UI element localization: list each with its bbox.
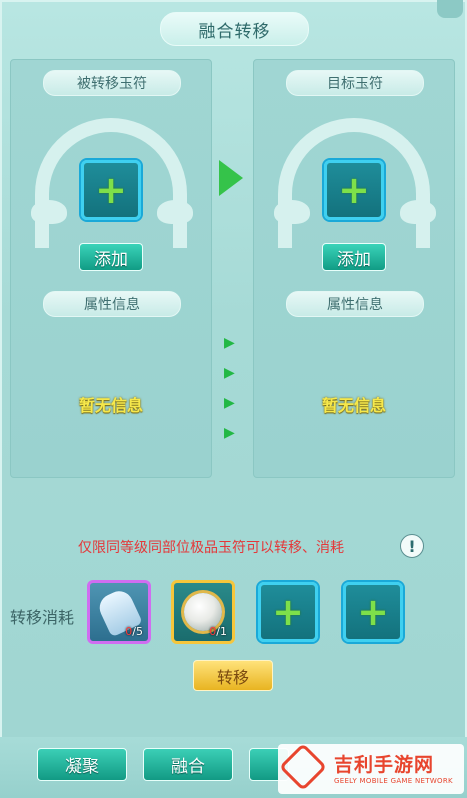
source-panel-header: 被转移玉符 (43, 70, 181, 96)
item-count: 0/1 (209, 625, 227, 638)
target-jade-slot[interactable]: + (324, 160, 384, 220)
target-add-button-label: 添加 (337, 249, 371, 270)
plus-icon: + (95, 168, 127, 212)
small-arrow-icon: ▶ (224, 395, 235, 411)
cloud-right-decoration (400, 200, 436, 224)
target-panel-header: 目标玉符 (286, 70, 424, 96)
cost-item-orb[interactable]: 0/1 (171, 580, 235, 644)
target-add-button[interactable]: 添加 (322, 243, 386, 271)
cost-slot-empty[interactable]: + (258, 582, 318, 642)
transfer-arrow-icon (219, 160, 243, 196)
target-empty-text: 暂无信息 (321, 396, 386, 415)
target-attr-header-text: 属性信息 (327, 297, 383, 313)
small-arrow-icon: ▶ (224, 335, 235, 351)
source-jade-panel: 被转移玉符 + 添加 属性信息 暂无信息 (10, 59, 212, 478)
source-panel-header-text: 被转移玉符 (77, 76, 147, 92)
small-arrow-icon: ▶ (224, 425, 235, 441)
source-add-button[interactable]: 添加 (79, 243, 143, 271)
window-title-text: 融合转移 (198, 21, 271, 42)
watermark-logo-icon (278, 742, 328, 792)
site-watermark: 吉利手游网 GEELY MOBILE GAME NETWORK (278, 742, 464, 794)
target-panel-header-text: 目标玉符 (327, 76, 383, 92)
target-jade-panel: 目标玉符 + 添加 属性信息 暂无信息 (253, 59, 455, 478)
small-arrow-icon: ▶ (224, 365, 235, 381)
item-count: 0/5 (125, 625, 143, 638)
source-attr-header: 属性信息 (43, 291, 181, 317)
cost-slot-empty[interactable]: + (343, 582, 403, 642)
source-jade-slot[interactable]: + (81, 160, 141, 220)
tab-fusion-label: 融合 (171, 757, 205, 777)
target-attr-header: 属性信息 (286, 291, 424, 317)
transfer-button-label: 转移 (216, 667, 249, 687)
cloud-left-decoration (31, 200, 67, 224)
window-title: 融合转移 (160, 12, 309, 46)
transfer-button[interactable]: 转移 (193, 660, 273, 691)
source-empty-text: 暂无信息 (78, 396, 143, 415)
plus-icon: + (272, 590, 304, 634)
source-attr-header-text: 属性信息 (84, 297, 140, 313)
window-corner-decoration (437, 0, 463, 18)
tab-fusion[interactable]: 融合 (143, 748, 233, 781)
watermark-subtitle: GEELY MOBILE GAME NETWORK (334, 777, 453, 785)
cloud-left-decoration (274, 200, 310, 224)
plus-icon: + (338, 168, 370, 212)
plus-icon: + (357, 590, 389, 634)
info-icon[interactable]: ! (400, 534, 424, 558)
watermark-title: 吉利手游网 (334, 754, 435, 776)
transfer-hint: 仅限同等级同部位极品玉符可以转移、消耗 (78, 540, 344, 556)
cost-item-vial[interactable]: 0/5 (87, 580, 151, 644)
tab-condense-label: 凝聚 (65, 757, 99, 777)
cost-label: 转移消耗 (10, 608, 75, 627)
tab-condense[interactable]: 凝聚 (37, 748, 127, 781)
source-add-button-label: 添加 (94, 249, 128, 270)
cloud-right-decoration (157, 200, 193, 224)
